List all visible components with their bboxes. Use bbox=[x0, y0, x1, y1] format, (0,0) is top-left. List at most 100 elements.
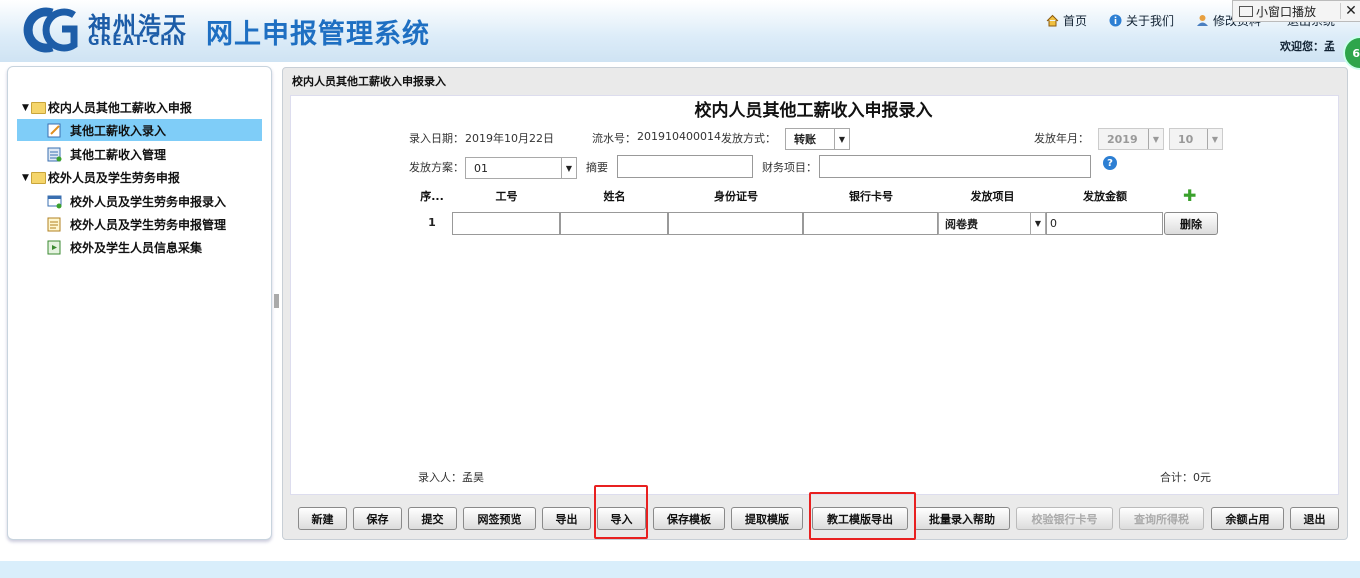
window-add-icon bbox=[47, 195, 62, 208]
close-icon[interactable]: ✕ bbox=[1340, 3, 1360, 19]
form-title: 校内人员其他工薪收入申报录入 bbox=[694, 101, 933, 121]
sidebar-item-income-entry[interactable]: 其他工薪收入录入 bbox=[17, 119, 262, 141]
mini-window-label: 小窗口播放 bbox=[1256, 4, 1317, 19]
tree-group-external[interactable]: ▼ 校外人员及学生劳务申报 bbox=[22, 169, 180, 186]
pay-year-select[interactable]: 2019 ▼ bbox=[1098, 128, 1164, 150]
document-icon bbox=[47, 240, 61, 254]
mini-window-bar[interactable]: 小窗口播放 ✕ bbox=[1232, 0, 1360, 22]
balance-occupy-button[interactable]: 余额占用 bbox=[1211, 507, 1284, 530]
folder-icon bbox=[30, 171, 46, 184]
expand-arrow-icon[interactable]: ▼ bbox=[22, 173, 29, 183]
panel-splitter-handle[interactable] bbox=[274, 294, 279, 308]
pay-month-label: 发放年月： bbox=[1034, 132, 1089, 145]
exit-button[interactable]: 退出 bbox=[1290, 507, 1339, 530]
tree-group-internal[interactable]: ▼ 校内人员其他工薪收入申报 bbox=[22, 99, 192, 116]
verify-bank-card-button[interactable]: 校验银行卡号 bbox=[1016, 507, 1113, 530]
pay-month-select[interactable]: 10 ▼ bbox=[1169, 128, 1223, 150]
bank-card-input[interactable] bbox=[803, 212, 938, 235]
row-number: 1 bbox=[428, 216, 436, 229]
query-tax-button[interactable]: 查询所得税 bbox=[1119, 507, 1204, 530]
batch-entry-help-button[interactable]: 批量录入帮助 bbox=[914, 507, 1010, 530]
pay-item-value: 阅卷费 bbox=[945, 217, 978, 231]
pay-year-value: 2019 bbox=[1107, 132, 1138, 146]
submit-button[interactable]: 提交 bbox=[408, 507, 457, 530]
id-card-input[interactable] bbox=[668, 212, 803, 235]
pay-method-select[interactable]: 转账 ▼ bbox=[785, 128, 850, 150]
info-icon bbox=[1109, 14, 1122, 27]
tree-group-label: 校内人员其他工薪收入申报 bbox=[47, 101, 192, 115]
chevron-down-icon[interactable]: ▼ bbox=[834, 129, 849, 149]
welcome-text: 欢迎您：孟 bbox=[1280, 40, 1335, 53]
entry-date-value: 2019年10月22日 bbox=[465, 132, 554, 145]
staff-id-input[interactable] bbox=[452, 212, 560, 235]
chevron-down-icon[interactable]: ▼ bbox=[1207, 129, 1222, 149]
panel-title: 校内人员其他工薪收入申报录入 bbox=[292, 75, 446, 88]
sidebar-item-income-manage[interactable]: 其他工薪收入管理 bbox=[17, 143, 262, 165]
serial-label: 流水号： bbox=[592, 132, 636, 145]
sidebar-item-label: 其他工薪收入管理 bbox=[70, 147, 167, 162]
name-input[interactable] bbox=[560, 212, 668, 235]
home-link-label: 首页 bbox=[1063, 14, 1088, 28]
plan-value: 01 bbox=[474, 161, 488, 175]
form-area bbox=[290, 95, 1339, 495]
pay-item-select[interactable]: 阅卷费 ▼ bbox=[938, 212, 1046, 235]
new-button[interactable]: 新建 bbox=[298, 507, 347, 530]
user-icon bbox=[1197, 15, 1208, 26]
save-template-button[interactable]: 保存模板 bbox=[653, 507, 725, 530]
highlight-template-export bbox=[809, 492, 916, 540]
load-template-button[interactable]: 提取模版 bbox=[731, 507, 803, 530]
home-icon bbox=[1046, 14, 1059, 27]
pay-method-label: 发放方式： bbox=[721, 132, 776, 145]
column-header-name: 姓名 bbox=[603, 190, 626, 203]
sidebar-item-label: 校外人员及学生劳务申报录入 bbox=[70, 194, 227, 209]
about-link-label: 关于我们 bbox=[1126, 14, 1175, 28]
summary-input[interactable] bbox=[617, 155, 753, 178]
highlight-import bbox=[594, 485, 648, 539]
sidebar-item-info-collect[interactable]: 校外及学生人员信息采集 bbox=[17, 236, 262, 258]
help-icon[interactable]: ? bbox=[1103, 156, 1117, 170]
total-text: 合计：0元 bbox=[1160, 471, 1211, 484]
expand-arrow-icon[interactable]: ▼ bbox=[22, 103, 29, 113]
tree-group-label: 校外人员及学生劳务申报 bbox=[47, 171, 180, 185]
sidebar-item-labor-manage[interactable]: 校外人员及学生劳务申报管理 bbox=[17, 213, 262, 235]
folder-icon bbox=[30, 101, 46, 114]
column-header-pay-item: 发放项目 bbox=[970, 190, 1015, 203]
sidebar-item-labor-entry[interactable]: 校外人员及学生劳务申报录入 bbox=[17, 190, 262, 212]
add-row-icon[interactable]: ✚ bbox=[1183, 186, 1196, 205]
list-form-icon bbox=[47, 147, 62, 161]
column-header-amount: 发放金额 bbox=[1083, 190, 1127, 203]
plan-label: 发放方案： bbox=[409, 161, 464, 174]
column-header-id-card: 身份证号 bbox=[714, 190, 758, 203]
finance-label: 财务项目： bbox=[762, 161, 817, 174]
sidebar-item-label: 校外及学生人员信息采集 bbox=[70, 240, 203, 255]
entry-date-label: 录入日期： bbox=[409, 132, 464, 145]
chevron-down-icon[interactable]: ▼ bbox=[1030, 213, 1045, 234]
amount-input[interactable]: 0 bbox=[1046, 212, 1163, 235]
edit-form-icon bbox=[47, 123, 61, 137]
home-link[interactable]: 首页 bbox=[1046, 12, 1087, 29]
system-title: 网上申报管理系统 bbox=[206, 19, 430, 50]
tv-icon bbox=[1239, 5, 1253, 17]
pay-month-value: 10 bbox=[1178, 132, 1194, 146]
app-header bbox=[0, 0, 1360, 62]
page-footer bbox=[0, 561, 1360, 578]
save-button[interactable]: 保存 bbox=[353, 507, 402, 530]
e-sign-preview-button[interactable]: 网签预览 bbox=[463, 507, 536, 530]
column-header-no: 序... bbox=[420, 190, 444, 203]
plan-select[interactable]: 01 ▼ bbox=[465, 157, 577, 179]
notepad-icon bbox=[47, 217, 61, 231]
about-link[interactable]: 关于我们 bbox=[1109, 12, 1174, 29]
sidebar-item-label: 其他工薪收入录入 bbox=[70, 123, 167, 138]
export-button[interactable]: 导出 bbox=[542, 507, 591, 530]
summary-label: 摘要 bbox=[586, 161, 608, 174]
pay-method-value: 转账 bbox=[794, 133, 816, 146]
serial-value: 201910400014 bbox=[637, 130, 721, 143]
finance-input[interactable] bbox=[819, 155, 1091, 178]
sidebar-item-label: 校外人员及学生劳务申报管理 bbox=[70, 217, 227, 232]
recorder-text: 录入人：孟昊 bbox=[418, 471, 484, 484]
chevron-down-icon[interactable]: ▼ bbox=[561, 158, 576, 178]
delete-row-button[interactable]: 删除 bbox=[1164, 212, 1218, 235]
logo-icon bbox=[23, 7, 78, 53]
column-header-bank-card: 银行卡号 bbox=[849, 190, 893, 203]
chevron-down-icon[interactable]: ▼ bbox=[1148, 129, 1163, 149]
